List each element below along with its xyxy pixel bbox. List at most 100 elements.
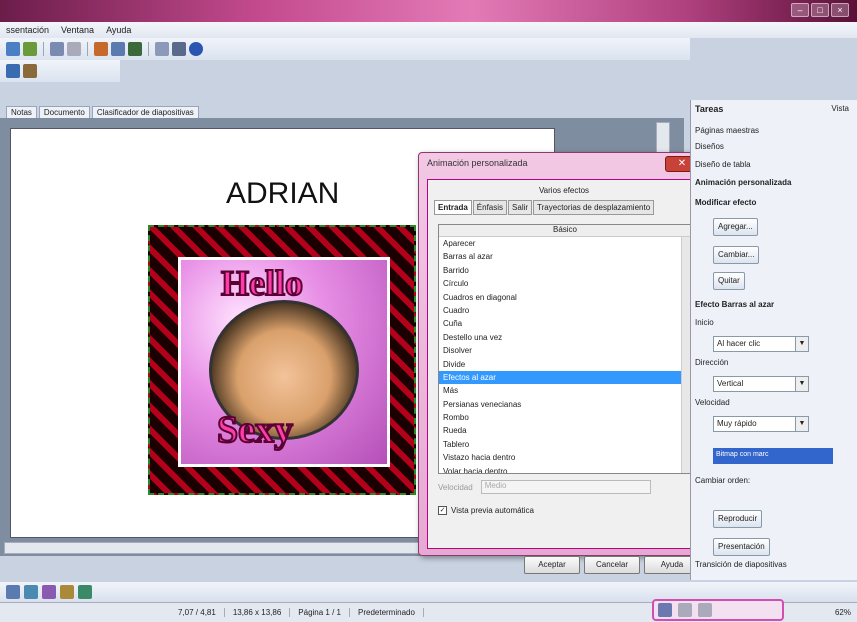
effect-item[interactable]: Tablero: [439, 438, 691, 451]
menu-presentation[interactable]: ssentación: [6, 25, 49, 35]
effect-item[interactable]: Cuadros en diagonal: [439, 291, 691, 304]
toolbar-separator: [87, 42, 88, 56]
task-pane-title: Tareas: [695, 104, 724, 114]
effect-tabs: Entrada Énfasis Salir Trayectorias de de…: [434, 200, 655, 215]
tab-motion-paths[interactable]: Trayectorias de desplazamiento: [533, 200, 655, 215]
task-pane-view-menu[interactable]: Vista: [831, 104, 849, 113]
effect-item[interactable]: Rueda: [439, 424, 691, 437]
custom-animation-dialog: Animación personalizada ✕ Varios efectos…: [418, 152, 706, 574]
layout-name: Predeterminado: [350, 608, 424, 617]
reorder-label: Cambiar orden:: [695, 476, 751, 485]
dialog-buttons: Aceptar Cancelar Ayuda: [524, 556, 700, 574]
start-label: Inicio: [695, 318, 714, 327]
arrow-icon[interactable]: [6, 585, 20, 599]
help-icon[interactable]: [189, 42, 203, 56]
speed-label-pane: Velocidad: [695, 398, 730, 407]
align-icon[interactable]: [78, 585, 92, 599]
section-layouts[interactable]: Diseños: [695, 142, 724, 151]
effect-item[interactable]: Divide: [439, 358, 691, 371]
effects-category: Básico: [439, 225, 691, 237]
normal-view-icon[interactable]: [658, 603, 672, 617]
effects-group-label: Varios efectos: [538, 186, 590, 195]
change-effect-button[interactable]: Cambiar...: [713, 246, 760, 264]
play-button[interactable]: Reproducir: [713, 510, 763, 528]
effect-item[interactable]: Más: [439, 384, 691, 397]
effect-item[interactable]: Cuadro: [439, 304, 691, 317]
effects-list[interactable]: Básico Aparecer Barras al azar Barrido Círc…: [438, 224, 692, 474]
edit-icon[interactable]: [23, 42, 37, 56]
effect-item[interactable]: Vistazo hacia dentro: [439, 451, 691, 464]
table-icon[interactable]: [111, 42, 125, 56]
section-custom-animation[interactable]: Animación personalizada: [695, 178, 791, 187]
view-buttons: [652, 599, 784, 621]
chart-icon[interactable]: [94, 42, 108, 56]
effect-list-item[interactable]: Bitmap con marc: [713, 448, 833, 464]
effect-item[interactable]: Disolver: [439, 344, 691, 357]
zoom-level[interactable]: 62%: [835, 608, 851, 617]
effect-item[interactable]: Círculo: [439, 277, 691, 290]
section-slide-transition[interactable]: Transición de diapositivas: [695, 560, 787, 569]
effect-item[interactable]: Volar hacia dentro: [439, 465, 691, 473]
ok-button[interactable]: Aceptar: [524, 556, 580, 574]
cancel-button[interactable]: Cancelar: [584, 556, 640, 574]
speed-dropdown-icon[interactable]: ▼: [795, 416, 809, 432]
maximize-icon[interactable]: □: [811, 3, 829, 17]
rectangle-icon[interactable]: [24, 585, 38, 599]
sorter-view-icon[interactable]: [678, 603, 692, 617]
effect-item[interactable]: Efectos al azar: [439, 370, 691, 385]
globe-icon[interactable]: [128, 42, 142, 56]
image-photo: Hello Sexy: [178, 257, 390, 467]
effect-item[interactable]: Persianas venecianas: [439, 398, 691, 411]
menu-window[interactable]: Ventana: [61, 25, 94, 35]
add-effect-button[interactable]: Agregar...: [713, 218, 758, 236]
new-doc-icon[interactable]: [6, 42, 20, 56]
effect-item[interactable]: Barras al azar: [439, 250, 691, 263]
slide-image[interactable]: Hello Sexy: [148, 225, 416, 495]
speed-select[interactable]: Medio: [480, 480, 651, 494]
remove-effect-button[interactable]: Quitar: [713, 272, 745, 290]
preview-row: ✓ Vista previa automática: [438, 506, 534, 515]
direction-dropdown-icon[interactable]: ▼: [795, 376, 809, 392]
auto-preview-checkbox[interactable]: ✓: [438, 506, 447, 515]
section-table-design[interactable]: Diseño de tabla: [695, 160, 751, 169]
copy-icon[interactable]: [50, 42, 64, 56]
secondary-toolbar: [0, 60, 120, 82]
dialog-body: Varios efectos Entrada Énfasis Salir Tra…: [427, 179, 700, 574]
menu-help[interactable]: Ayuda: [106, 25, 131, 35]
page-indicator: Página 1 / 1: [290, 608, 350, 617]
effect-item[interactable]: Aparecer: [439, 237, 691, 250]
standard-toolbar: [0, 38, 690, 60]
speed-label: Velocidad: [438, 482, 473, 492]
toolbar-separator: [43, 42, 44, 56]
menu-bar: ssentación Ventana Ayuda: [0, 22, 857, 38]
effect-name-label: Efecto Barras al azar: [695, 300, 775, 309]
image-icon[interactable]: [60, 585, 74, 599]
star-icon[interactable]: [42, 585, 56, 599]
slideshow-button[interactable]: Presentación: [713, 538, 770, 556]
effect-item[interactable]: Barrido: [439, 264, 691, 277]
reading-view-icon[interactable]: [698, 603, 712, 617]
tab-emphasis[interactable]: Énfasis: [472, 200, 508, 215]
close-icon[interactable]: ×: [831, 3, 849, 17]
object-size: 13,86 x 13,86: [225, 608, 291, 617]
tab-exit[interactable]: Salir: [508, 200, 533, 215]
slide-icon[interactable]: [6, 64, 20, 78]
undo-icon[interactable]: [67, 42, 81, 56]
grid-icon[interactable]: [155, 42, 169, 56]
image-text-hello: Hello: [220, 262, 304, 304]
effect-item[interactable]: Cuña: [439, 317, 691, 330]
present-icon[interactable]: [23, 64, 37, 78]
section-master-pages[interactable]: Páginas maestras: [695, 126, 759, 135]
navigator-icon[interactable]: [172, 42, 186, 56]
direction-label: Dirección: [695, 358, 729, 367]
auto-preview-label: Vista previa automática: [451, 506, 535, 515]
tab-entrance[interactable]: Entrada: [434, 200, 472, 215]
modify-effect-label: Modificar efecto: [695, 198, 757, 207]
image-text-sexy: Sexy: [216, 408, 294, 452]
minimize-icon[interactable]: –: [791, 3, 809, 17]
slide-title[interactable]: ADRIAN: [226, 177, 339, 211]
toolbar-separator: [148, 42, 149, 56]
effect-item[interactable]: Destello una vez: [439, 331, 691, 344]
start-dropdown-icon[interactable]: ▼: [795, 336, 809, 352]
effect-item[interactable]: Rombo: [439, 411, 691, 424]
